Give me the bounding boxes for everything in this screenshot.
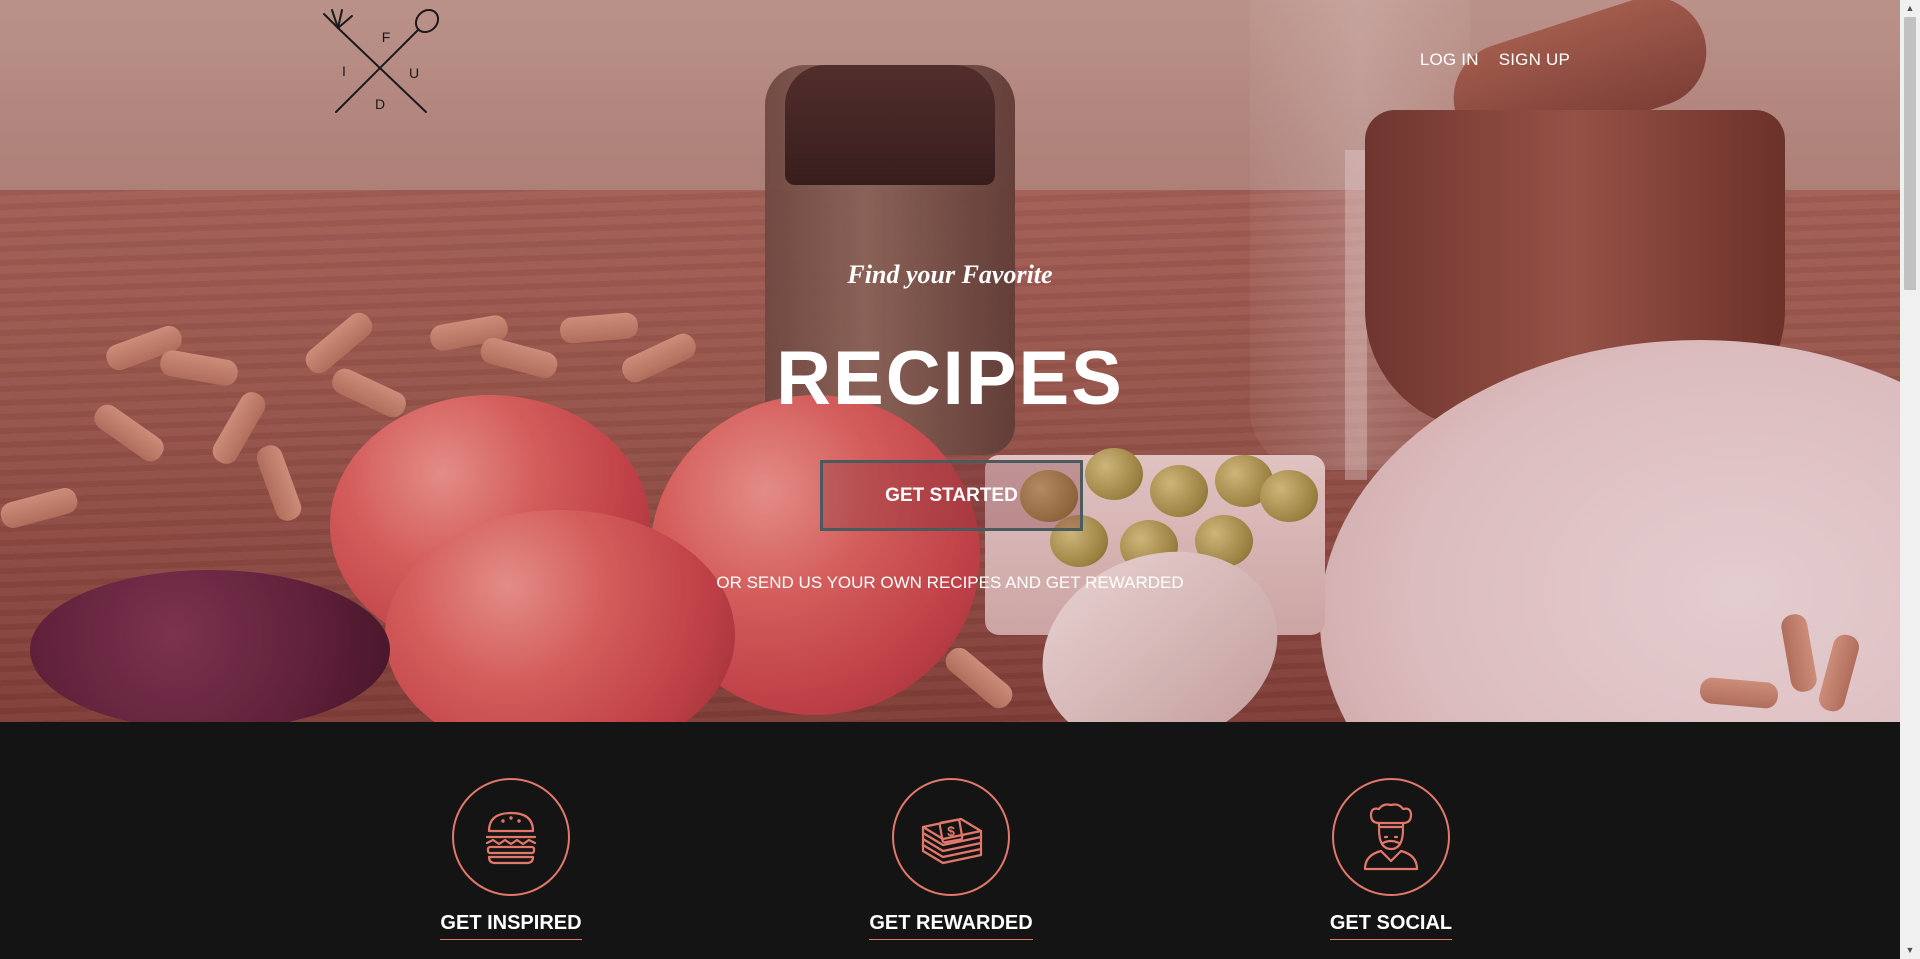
scrollbar-thumb[interactable]: [1904, 17, 1916, 290]
chef-icon: [1363, 803, 1419, 871]
svg-text:$: $: [947, 823, 955, 839]
feature-icon-circle: [1332, 778, 1450, 896]
hero-section: F I U D LOG IN SIGN UP Find your Favorit…: [0, 0, 1900, 722]
scroll-up-arrow-icon[interactable]: ▲: [1900, 0, 1920, 17]
hero-subline: OR SEND US YOUR OWN RECIPES AND GET REWA…: [716, 573, 1184, 592]
fidu-logo[interactable]: F I U D: [318, 6, 446, 116]
signup-link[interactable]: SIGN UP: [1499, 50, 1570, 70]
money-stack-icon: $: [921, 817, 983, 865]
hero-tagline: Find your Favorite: [847, 260, 1053, 289]
login-link[interactable]: LOG IN: [1420, 50, 1479, 70]
features-section: GET INSPIRED $ GET REWARDED GET SOCIAL: [0, 722, 1900, 959]
scroll-down-arrow-icon[interactable]: ▼: [1900, 942, 1920, 959]
feature-title: GET INSPIRED: [440, 912, 582, 940]
feature-title: GET REWARDED: [869, 912, 1033, 940]
feature-icon-circle: $: [892, 778, 1010, 896]
feature-get-inspired: GET INSPIRED: [351, 778, 671, 940]
logo-letter-f: F: [382, 29, 391, 45]
feature-get-social: GET SOCIAL: [1231, 778, 1551, 940]
logo-letter-u: U: [409, 65, 419, 81]
logo-letter-d: D: [375, 96, 385, 112]
feature-get-rewarded: $ GET REWARDED: [791, 778, 1111, 940]
get-started-button[interactable]: GET STARTED: [820, 460, 1083, 531]
feature-icon-circle: [452, 778, 570, 896]
top-nav: LOG IN SIGN UP: [1420, 50, 1570, 70]
logo-letter-i: I: [342, 63, 346, 79]
burger-icon: [485, 811, 537, 865]
page-scrollbar[interactable]: ▲ ▼: [1900, 0, 1920, 959]
feature-title: GET SOCIAL: [1329, 912, 1453, 940]
hero-headline: RECIPES: [776, 336, 1124, 421]
